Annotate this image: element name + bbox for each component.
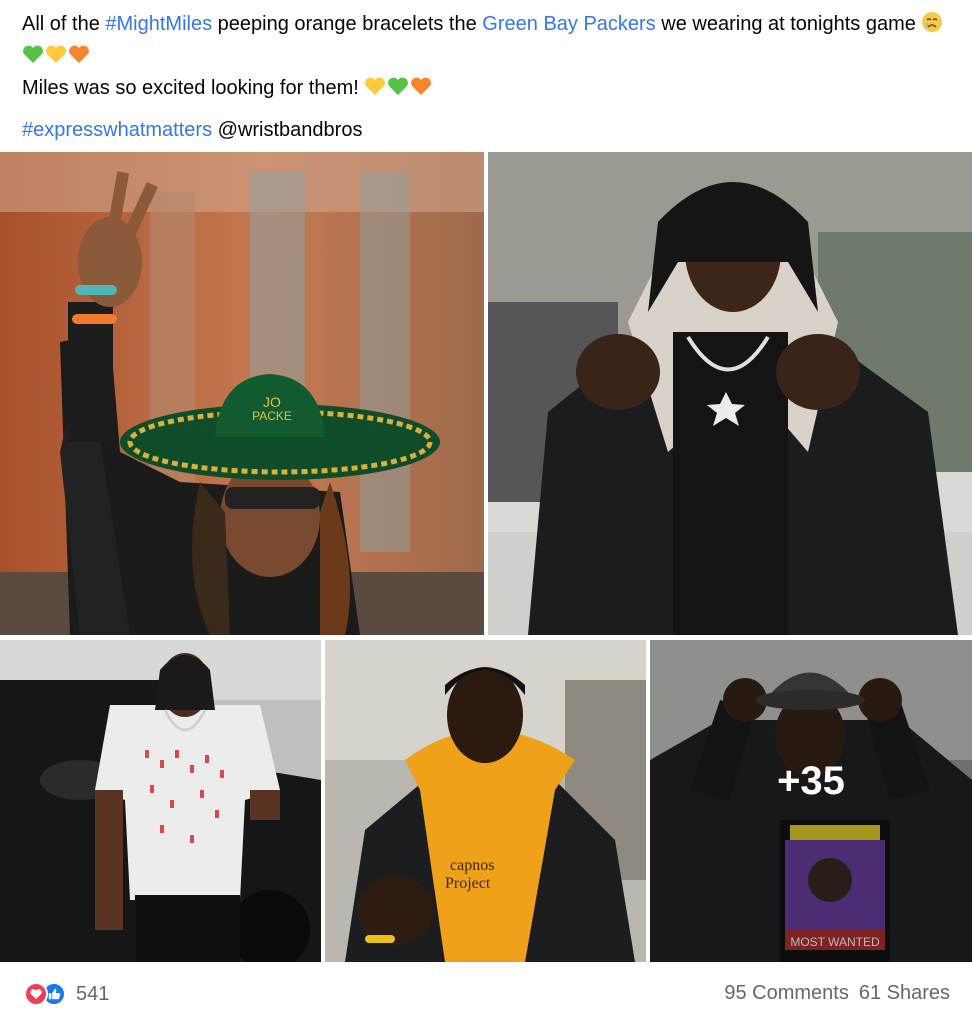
yellow-heart-icon [364, 75, 386, 106]
photo-bucket-hat-player[interactable]: MOST WANTED +35 [650, 640, 972, 962]
love-reaction-icon [24, 982, 48, 1006]
hat-text-2: PACKE [252, 409, 292, 423]
photo-puffer-jacket-player[interactable] [488, 152, 972, 635]
hoodie-text: capnos [450, 857, 494, 874]
post-line-2: Miles was so excited looking for them! [22, 74, 952, 106]
post-text: All of the #MightMiles peeping orange br… [22, 10, 952, 145]
green-heart-icon [387, 75, 409, 106]
green-heart-icon [22, 43, 44, 74]
mention-wristbandbros[interactable]: @wristbandbros [212, 119, 363, 141]
post-footer: 541 95 Comments 61 Shares [0, 972, 972, 1016]
shares-count-link[interactable]: 61 Shares [859, 982, 950, 1004]
orange-heart-icon [410, 75, 432, 106]
reaction-count: 541 [76, 982, 110, 1005]
comments-count-link[interactable]: 95 Comments [724, 982, 849, 1004]
hoodie-text-2: Project [445, 875, 491, 892]
photo-orange-hoodie-player[interactable]: capnos Project [325, 640, 646, 962]
hat-text: JO [263, 394, 281, 410]
green-bay-packers-link[interactable]: Green Bay Packers [482, 13, 655, 35]
orange-heart-icon [68, 43, 90, 74]
yellow-heart-icon [45, 43, 67, 74]
more-photos-overlay[interactable]: +35 [650, 640, 972, 962]
reactions-summary[interactable]: 541 [24, 982, 109, 1006]
hashtag-expresswhatmatters-link[interactable]: #expresswhatmatters [22, 119, 212, 141]
more-photos-count: +35 [777, 758, 845, 803]
crying-face-icon [921, 11, 943, 42]
post-line-1: All of the #MightMiles peeping orange br… [22, 10, 952, 74]
post-stats: 95 Comments 61 Shares [724, 982, 950, 1005]
photo-white-tee-player[interactable] [0, 640, 321, 962]
hashtag-mightmiles-link[interactable]: #MightMiles [105, 13, 212, 35]
photo-sombrero-player[interactable]: JO PACKE [0, 152, 484, 635]
post-tags-line: #expresswhatmatters @wristbandbros [22, 116, 952, 145]
